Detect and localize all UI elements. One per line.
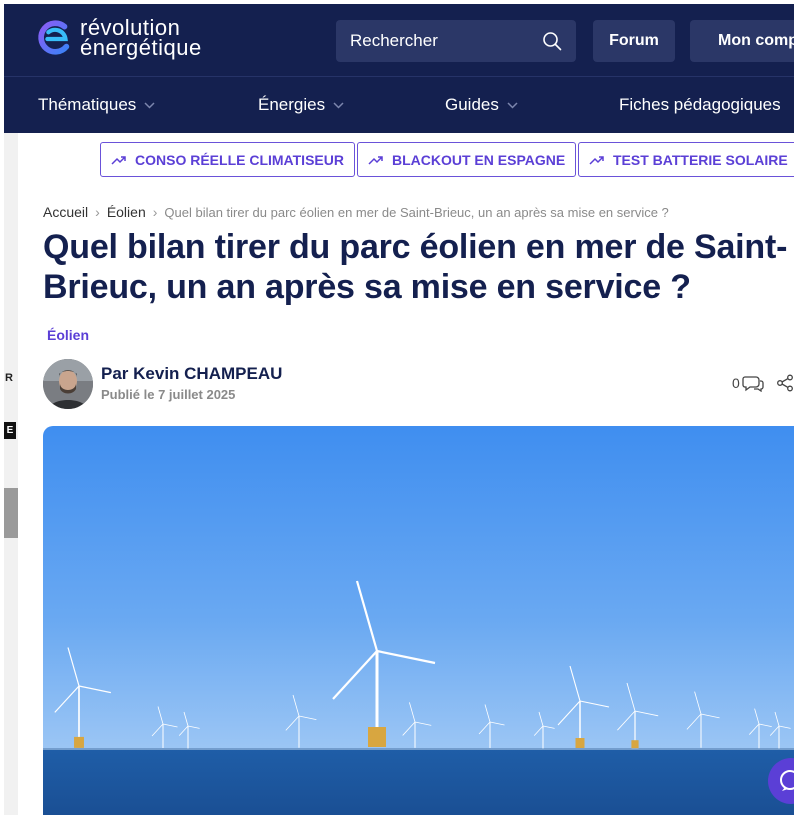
logo-icon — [38, 20, 70, 55]
chevron-down-icon — [507, 101, 518, 109]
sidebar-badge: E — [4, 422, 16, 439]
trend-tag-climatiseur[interactable]: CONSO RÉELLE CLIMATISEUR — [100, 142, 355, 177]
trend-tag-blackout[interactable]: BLACKOUT EN ESPAGNE — [357, 142, 577, 177]
account-label: Mon compte — [718, 32, 794, 49]
chevron-right-icon: › — [152, 204, 158, 220]
category-tag[interactable]: Éolien — [47, 327, 89, 343]
breadcrumb-section[interactable]: Éolien — [107, 204, 146, 220]
nav-item-label: Guides — [445, 95, 499, 114]
site-logo[interactable]: révolution énergétique — [36, 17, 202, 60]
nav-item-label: Fiches pédagogiques — [619, 95, 781, 114]
forum-button[interactable]: Forum — [593, 20, 675, 62]
trend-tag-batterie[interactable]: TEST BATTERIE SOLAIRE — [578, 142, 794, 177]
author-name[interactable]: Par Kevin CHAMPEAU — [101, 364, 282, 384]
main-nav: Thématiques Énergies Guides Fiches pédag… — [4, 76, 794, 133]
wind-farm-image — [43, 426, 794, 815]
chevron-down-icon — [333, 101, 344, 109]
share-icon[interactable] — [776, 374, 794, 392]
chevron-down-icon — [144, 101, 155, 109]
search-input[interactable]: Rechercher — [336, 20, 576, 62]
trend-tag-label: BLACKOUT EN ESPAGNE — [392, 151, 566, 168]
nav-item-thematiques[interactable]: Thématiques — [38, 77, 155, 133]
trending-up-icon — [368, 155, 383, 165]
trend-tag-label: TEST BATTERIE SOLAIRE — [613, 151, 788, 168]
top-header: révolution énergétique Rechercher Forum … — [4, 4, 794, 76]
hero-image — [43, 426, 794, 815]
trending-up-icon — [111, 155, 126, 165]
nav-item-label: Thématiques — [38, 95, 137, 114]
nav-item-fiches[interactable]: Fiches pédagogiques — [619, 77, 781, 133]
account-button[interactable]: Mon compte — [690, 20, 794, 62]
trend-tag-label: CONSO RÉELLE CLIMATISEUR — [135, 151, 344, 168]
comment-count: 0 — [732, 375, 740, 391]
nav-item-energies[interactable]: Énergies — [258, 77, 344, 133]
publish-date: Publié le 7 juillet 2025 — [101, 387, 236, 402]
breadcrumb-home[interactable]: Accueil — [43, 204, 88, 220]
breadcrumb: Accueil › Éolien › Quel bilan tirer du p… — [43, 204, 669, 220]
chevron-right-icon: › — [95, 204, 100, 220]
comments-button[interactable]: 0 — [732, 374, 764, 392]
breadcrumb-current: Quel bilan tirer du parc éolien en mer d… — [164, 204, 669, 220]
page: révolution énergétique Rechercher Forum … — [0, 0, 794, 815]
sidebar-letter: R — [5, 372, 13, 384]
nav-item-guides[interactable]: Guides — [445, 77, 518, 133]
comment-icon — [742, 376, 764, 392]
avatar[interactable] — [43, 359, 93, 409]
search-icon — [543, 32, 562, 51]
page-title: Quel bilan tirer du parc éolien en mer d… — [43, 228, 788, 306]
chat-icon — [780, 770, 794, 791]
author-photo — [43, 359, 93, 409]
chat-button[interactable] — [768, 758, 794, 804]
sidebar-thumbnail[interactable] — [4, 488, 18, 538]
trending-up-icon — [589, 155, 604, 165]
logo-line-2: énergétique — [80, 35, 202, 60]
search-label: Rechercher — [350, 31, 438, 50]
nav-item-label: Énergies — [258, 95, 326, 114]
sidebar-strip — [4, 133, 18, 815]
